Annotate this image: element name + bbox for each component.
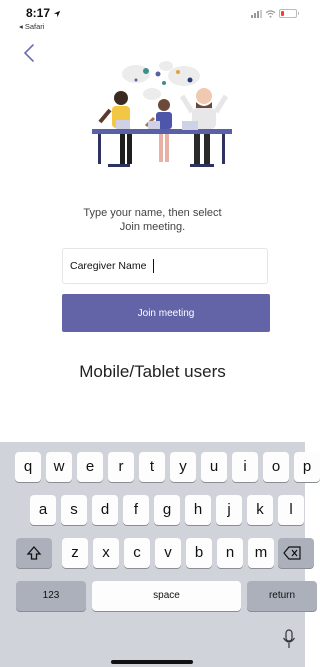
instructions-line-1: Type your name, then select [83, 207, 222, 219]
meeting-illustration [92, 61, 232, 167]
numbers-key[interactable]: 123 [16, 581, 86, 611]
battery-icon [279, 9, 299, 18]
key-q[interactable]: q [15, 452, 41, 482]
key-e[interactable]: e [77, 452, 103, 482]
status-time: 8:17 [26, 6, 61, 20]
wifi-icon [265, 9, 276, 18]
key-k[interactable]: k [247, 495, 273, 525]
instructions-line-2: Join meeting. [119, 221, 186, 233]
key-t[interactable]: t [139, 452, 165, 482]
key-d[interactable]: d [92, 495, 118, 525]
location-arrow-icon [54, 10, 61, 18]
key-g[interactable]: g [154, 495, 180, 525]
on-screen-keyboard: qwertyuiop asdfghjkl zxcvbnm 123 space r… [0, 442, 320, 667]
microphone-icon[interactable] [282, 629, 296, 649]
key-h[interactable]: h [185, 495, 211, 525]
status-bar: 8:17 ◂ Safari [0, 0, 305, 38]
shift-key[interactable] [16, 538, 52, 568]
key-c[interactable]: c [124, 538, 150, 568]
key-i[interactable]: i [232, 452, 258, 482]
key-w[interactable]: w [46, 452, 72, 482]
caption-text: Mobile/Tablet users [79, 362, 226, 381]
key-l[interactable]: l [278, 495, 304, 525]
join-meeting-button[interactable]: Join meeting [62, 294, 270, 332]
key-y[interactable]: y [170, 452, 196, 482]
key-v[interactable]: v [155, 538, 181, 568]
status-icons [251, 9, 299, 18]
key-r[interactable]: r [108, 452, 134, 482]
key-o[interactable]: o [263, 452, 289, 482]
key-j[interactable]: j [216, 495, 242, 525]
text-caret [153, 259, 154, 273]
key-u[interactable]: u [201, 452, 227, 482]
key-s[interactable]: s [61, 495, 87, 525]
key-a[interactable]: a [30, 495, 56, 525]
key-n[interactable]: n [217, 538, 243, 568]
back-chevron-icon[interactable] [20, 42, 38, 64]
signal-icon [251, 9, 262, 18]
key-f[interactable]: f [123, 495, 149, 525]
key-z[interactable]: z [62, 538, 88, 568]
home-indicator[interactable] [111, 660, 193, 664]
join-instructions: Type your name, then select Join meeting… [40, 206, 265, 234]
space-key[interactable]: space [92, 581, 241, 611]
key-p[interactable]: p [294, 452, 320, 482]
delete-key[interactable] [278, 538, 314, 568]
key-x[interactable]: x [93, 538, 119, 568]
name-input[interactable] [62, 248, 268, 284]
key-m[interactable]: m [248, 538, 274, 568]
key-b[interactable]: b [186, 538, 212, 568]
back-to-safari-link[interactable]: ◂ Safari [19, 22, 44, 31]
delete-icon [283, 546, 301, 560]
shift-icon [26, 546, 42, 560]
return-key[interactable]: return [247, 581, 317, 611]
